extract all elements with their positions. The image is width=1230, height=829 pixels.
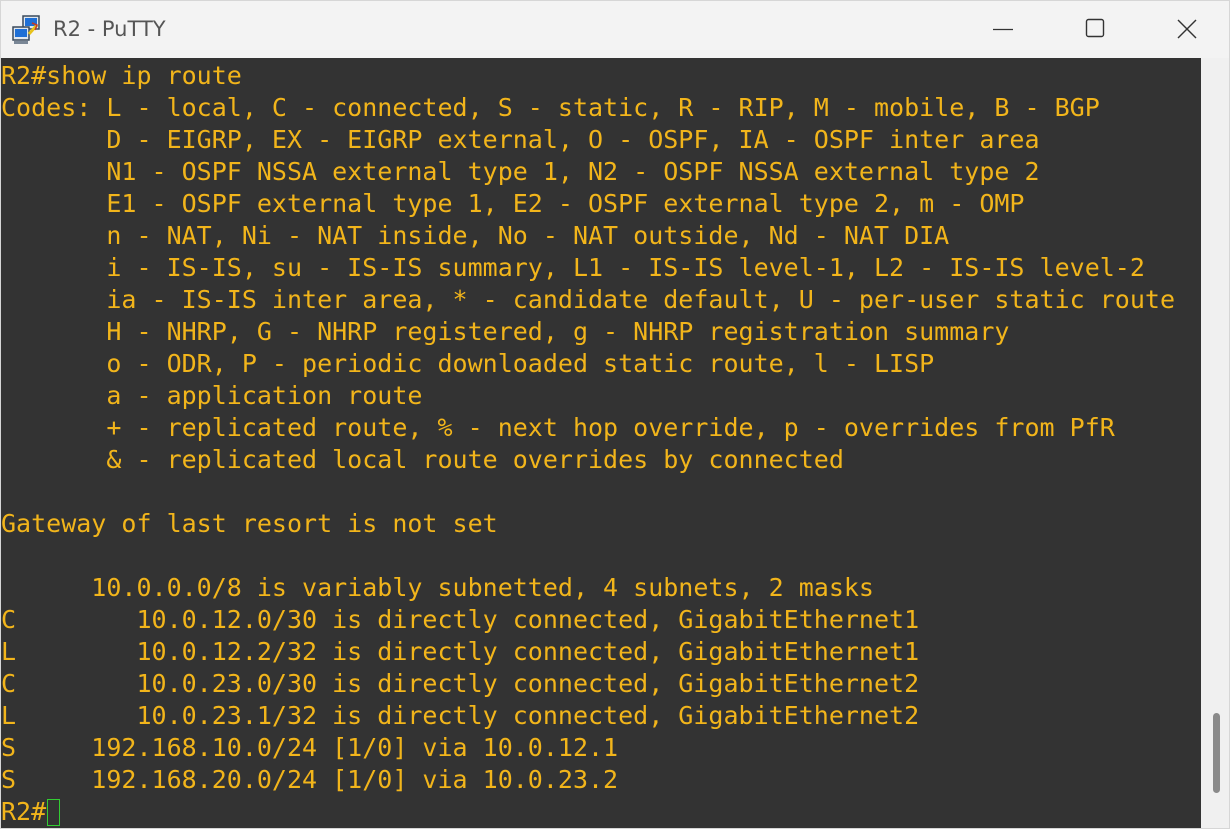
terminal-line: & - replicated local route overrides by … (1, 445, 844, 474)
terminal-line: L 10.0.23.1/32 is directly connected, Gi… (1, 701, 920, 730)
terminal-line: D - EIGRP, EX - EIGRP external, O - OSPF… (1, 125, 1040, 154)
putty-icon[interactable] (11, 14, 43, 46)
scrollbar-thumb[interactable] (1213, 713, 1220, 793)
terminal-screen[interactable]: R2#show ip route Codes: L - local, C - c… (1, 58, 1201, 828)
vertical-scrollbar[interactable] (1201, 58, 1229, 828)
terminal-line: L 10.0.12.2/32 is directly connected, Gi… (1, 637, 920, 666)
minimize-icon (993, 28, 1013, 31)
title-bar[interactable]: R2 - PuTTY (1, 1, 1229, 58)
terminal-line: i - IS-IS, su - IS-IS summary, L1 - IS-I… (1, 253, 1145, 282)
minimize-button[interactable] (957, 1, 1049, 58)
terminal-line: C 10.0.12.0/30 is directly connected, Gi… (1, 605, 920, 634)
terminal-line: 10.0.0.0/8 is variably subnetted, 4 subn… (1, 573, 874, 602)
terminal-line: ia - IS-IS inter area, * - candidate def… (1, 285, 1175, 314)
terminal-line: E1 - OSPF external type 1, E2 - OSPF ext… (1, 189, 1025, 218)
text-cursor (47, 799, 61, 826)
close-button[interactable] (1141, 1, 1230, 58)
terminal-line: a - application route (1, 381, 423, 410)
terminal-line: H - NHRP, G - NHRP registered, g - NHRP … (1, 317, 1010, 346)
terminal-line: S 192.168.10.0/24 [1/0] via 10.0.12.1 (1, 733, 619, 762)
maximize-button[interactable] (1049, 1, 1141, 58)
maximize-icon (1085, 18, 1105, 38)
terminal-line: C 10.0.23.0/30 is directly connected, Gi… (1, 669, 920, 698)
terminal-line: N1 - OSPF NSSA external type 1, N2 - OSP… (1, 157, 1040, 186)
terminal-line: Gateway of last resort is not set (1, 509, 498, 538)
close-icon (1177, 19, 1197, 39)
terminal-line: + - replicated route, % - next hop overr… (1, 413, 1115, 442)
terminal-line: Codes: L - local, C - connected, S - sta… (1, 93, 1100, 122)
terminal-prompt-line[interactable]: R2# (1, 796, 61, 828)
window-title: R2 - PuTTY (53, 17, 166, 41)
terminal-prompt: R2# (1, 797, 47, 826)
terminal-line: o - ODR, P - periodic downloaded static … (1, 349, 935, 378)
terminal-line: R2#show ip route (1, 61, 242, 90)
putty-window: R2 - PuTTY R2#show ip route Codes: L - l… (0, 0, 1230, 829)
terminal-line: S 192.168.20.0/24 [1/0] via 10.0.23.2 (1, 765, 619, 794)
terminal-line: n - NAT, Ni - NAT inside, No - NAT outsi… (1, 221, 950, 250)
